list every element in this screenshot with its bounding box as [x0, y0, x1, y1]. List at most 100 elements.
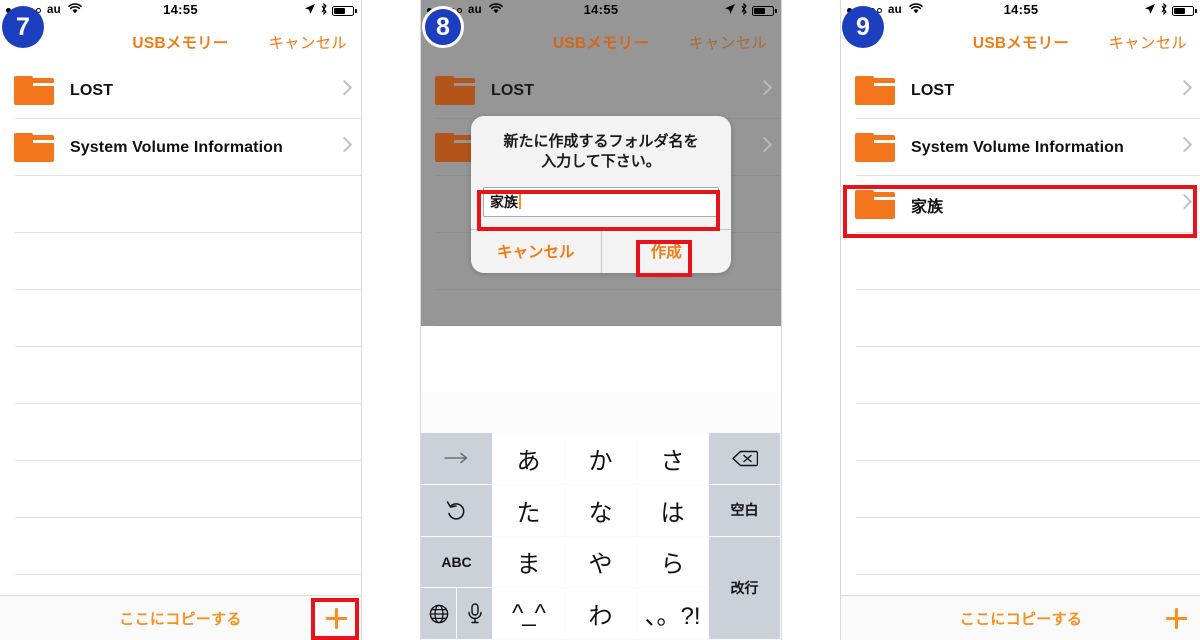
- phone-screen-step-8: au 14:55 USBメモリー キャンセル LOST 新たに作成するフォルダ名…: [420, 0, 782, 640]
- chevron-right-icon: [1176, 136, 1193, 152]
- bottom-toolbar: ここにコピーする: [0, 595, 361, 640]
- new-folder-row[interactable]: 家族: [841, 176, 1200, 233]
- battery-icon: [752, 5, 777, 16]
- list-item[interactable]: LOST: [841, 62, 1200, 119]
- japanese-keyboard: あ か さ た な は 空白 ABC ま や ら 改行 ^_^ わ 、。?!: [421, 433, 781, 640]
- bottom-toolbar: ここにコピーする: [841, 595, 1200, 640]
- chevron-right-icon: [336, 136, 353, 152]
- empty-row: [0, 347, 361, 404]
- battery-icon: [1172, 5, 1197, 16]
- empty-row: [841, 404, 1200, 461]
- location-arrow-icon: [724, 3, 736, 18]
- ta-row-key[interactable]: た: [493, 484, 565, 537]
- battery-icon: [332, 5, 357, 16]
- predictive-text-bar: [421, 392, 781, 434]
- text-caret: [519, 194, 521, 209]
- list-item-label: System Volume Information: [70, 138, 283, 156]
- screenshot-stage: au 14:55 USBメモリー キャンセル LOST System Volum…: [0, 0, 1200, 640]
- list-item[interactable]: System Volume Information: [841, 119, 1200, 176]
- page-title: USBメモリー: [132, 35, 229, 52]
- empty-row: [0, 233, 361, 290]
- empty-row: [841, 347, 1200, 404]
- dialog-cancel-button[interactable]: キャンセル: [471, 230, 601, 273]
- a-row-key[interactable]: あ: [493, 433, 565, 485]
- location-arrow-icon: [304, 3, 316, 18]
- chevron-right-icon: [336, 79, 353, 95]
- list-item-label: System Volume Information: [911, 138, 1124, 156]
- bluetooth-icon: [320, 2, 328, 18]
- status-bar-right: [304, 2, 357, 18]
- navigation-bar: USBメモリー キャンセル: [421, 22, 781, 62]
- globe-and-dictation-keys: [421, 588, 493, 640]
- list-item[interactable]: System Volume Information: [0, 119, 361, 176]
- dialog-input-wrap: 家族: [483, 186, 719, 217]
- chevron-right-icon: [1176, 193, 1193, 209]
- list-item[interactable]: LOST: [0, 62, 361, 119]
- folder-list: LOST System Volume Information: [0, 62, 361, 575]
- na-row-key[interactable]: な: [565, 484, 637, 537]
- sa-row-key[interactable]: さ: [637, 433, 709, 485]
- add-folder-button[interactable]: [311, 596, 361, 640]
- status-bar-right: [1144, 2, 1197, 18]
- folder-name-input[interactable]: 家族: [483, 186, 719, 217]
- list-item-label: 家族: [911, 198, 944, 216]
- ya-row-key[interactable]: や: [565, 536, 637, 589]
- empty-row: [841, 518, 1200, 575]
- empty-row: [0, 518, 361, 575]
- status-bar-right: [724, 2, 777, 18]
- phone-screen-step-9: au 14:55 USBメモリー キャンセル LOST System Volum…: [840, 0, 1200, 640]
- dialog-buttons: キャンセル 作成: [471, 228, 732, 273]
- empty-row: [421, 290, 781, 326]
- wa-row-key[interactable]: わ: [565, 588, 637, 640]
- folder-icon: [435, 133, 475, 162]
- cancel-button[interactable]: キャンセル: [688, 31, 767, 53]
- empty-row: [0, 404, 361, 461]
- empty-row: [0, 461, 361, 518]
- bluetooth-icon: [1160, 2, 1168, 18]
- phone-screen-step-7: au 14:55 USBメモリー キャンセル LOST System Volum…: [0, 0, 362, 640]
- add-folder-button[interactable]: [1151, 596, 1200, 640]
- folder-icon: [855, 190, 895, 219]
- chevron-right-icon: [756, 136, 773, 152]
- chevron-right-icon: [1176, 79, 1193, 95]
- dialog-message-line1: 新たに作成するフォルダ名を: [503, 133, 699, 150]
- status-bar: au 14:55: [421, 0, 781, 22]
- emoji-key[interactable]: ^_^: [493, 588, 565, 640]
- navigation-bar: USBメモリー キャンセル: [841, 22, 1200, 62]
- dialog-create-button[interactable]: 作成: [600, 229, 732, 273]
- location-arrow-icon: [1144, 3, 1156, 18]
- space-key[interactable]: 空白: [709, 484, 781, 537]
- navigation-bar: USBメモリー キャンセル: [0, 22, 361, 62]
- cancel-button[interactable]: キャンセル: [1108, 31, 1187, 53]
- globe-key[interactable]: [421, 588, 456, 639]
- dictation-key[interactable]: [456, 588, 492, 639]
- plus-icon: [325, 607, 347, 629]
- undo-key[interactable]: [421, 484, 493, 537]
- step-badge-8: 8: [422, 6, 464, 48]
- folder-name-input-value: 家族: [490, 193, 518, 210]
- dialog-message-line2: 入力して下さい。: [541, 153, 661, 171]
- empty-row: [841, 461, 1200, 518]
- step-badge-9: 9: [842, 6, 884, 48]
- dialog-message: 新たに作成するフォルダ名を 入力して下さい。: [471, 116, 731, 177]
- abc-key[interactable]: ABC: [421, 536, 493, 589]
- cancel-button[interactable]: キャンセル: [268, 31, 347, 53]
- status-bar: au 14:55: [0, 0, 361, 22]
- folder-icon: [855, 76, 895, 105]
- page-title: USBメモリー: [552, 35, 650, 52]
- copy-here-button[interactable]: ここにコピーする: [119, 608, 241, 629]
- next-candidate-key[interactable]: [421, 433, 493, 485]
- copy-here-button[interactable]: ここにコピーする: [960, 608, 1082, 629]
- delete-key[interactable]: [709, 433, 781, 485]
- folder-icon: [435, 76, 475, 105]
- punctuation-key[interactable]: 、。?!: [637, 588, 709, 640]
- plus-icon: [1165, 607, 1187, 629]
- ra-row-key[interactable]: ら: [637, 536, 709, 589]
- empty-row: [841, 233, 1200, 290]
- ma-row-key[interactable]: ま: [493, 536, 565, 589]
- ha-row-key[interactable]: は: [637, 484, 709, 537]
- list-item-label: LOST: [911, 81, 955, 99]
- empty-row: [841, 290, 1200, 347]
- return-key[interactable]: 改行: [709, 536, 781, 640]
- ka-row-key[interactable]: か: [565, 433, 637, 485]
